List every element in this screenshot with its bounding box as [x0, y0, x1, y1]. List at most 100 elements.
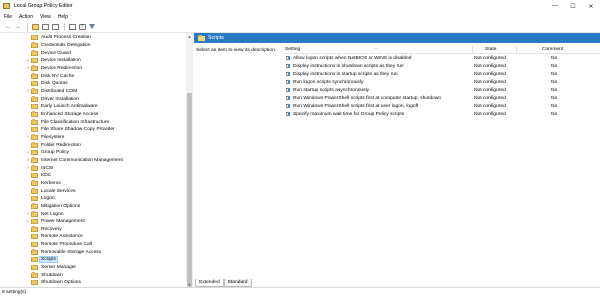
help-icon[interactable]: ?	[78, 23, 86, 31]
tree-item[interactable]: File Classification Infrastructure	[0, 118, 110, 126]
tree-item[interactable]: › Device Redirection	[0, 65, 83, 73]
close-button[interactable]: ✕	[582, 0, 600, 12]
table-row[interactable]: Display instructions in startup scripts …	[283, 70, 600, 78]
folder-icon	[31, 188, 38, 194]
tree-item[interactable]: Server Manager	[0, 264, 77, 272]
up-folder-icon[interactable]	[31, 23, 39, 31]
column-header-state[interactable]: State	[485, 47, 496, 52]
tree-item-label: Locale Services	[41, 188, 76, 194]
tree-item[interactable]: Enhanced Storage Access	[0, 111, 99, 119]
tree-item[interactable]: Scripts	[0, 256, 58, 264]
folder-icon	[31, 195, 38, 202]
cell-comment: No	[551, 87, 558, 93]
tree-item[interactable]: › Group Policy	[0, 149, 70, 157]
table-row[interactable]: Allow logon scripts when NetBIOS or WINS…	[283, 54, 600, 62]
folder-icon	[31, 226, 38, 232]
tree-item-label: Shutdown	[41, 272, 63, 278]
forward-arrow-icon[interactable]: →	[14, 23, 22, 31]
tree-item-label: File Classification Infrastructure	[41, 119, 110, 125]
tree-item-label: Enhanced Storage Access	[41, 111, 99, 117]
tree-item[interactable]: Logon	[0, 195, 56, 203]
folder-icon	[31, 50, 38, 56]
navigation-tree[interactable]: Audit Process Creation Credentials Delega…	[0, 33, 193, 287]
tree-item[interactable]: Remote Procedure Call	[0, 241, 93, 249]
folder-icon	[31, 172, 38, 179]
folder-icon	[31, 80, 38, 87]
tree-item[interactable]: Disk Quotas	[0, 80, 69, 88]
tree-item[interactable]: Locale Services	[0, 187, 77, 195]
column-divider[interactable]	[472, 46, 473, 54]
tree-item[interactable]: › iSCSI	[0, 164, 55, 172]
tree-item[interactable]: Folder Redirection	[0, 141, 82, 149]
folder-icon	[31, 57, 38, 64]
menu-help[interactable]: Help	[58, 14, 68, 20]
scroll-up-icon[interactable]: ▲	[186, 33, 193, 39]
tree-item[interactable]: › Net Logon	[0, 210, 65, 218]
menu-action[interactable]: Action	[19, 14, 33, 20]
table-row[interactable]: Specify maximum wait time for Group Poli…	[283, 110, 600, 118]
table-row[interactable]: Run startup scripts asynchronously Not co…	[283, 86, 600, 94]
tree-item[interactable]: Recovery	[0, 226, 63, 234]
tree-item[interactable]: Early Launch Antimalware	[0, 103, 99, 111]
cell-state: Not configured	[474, 79, 506, 85]
cell-comment: No	[551, 79, 558, 85]
tree-item[interactable]: Audit Process Creation	[0, 34, 92, 42]
folder-icon	[198, 35, 205, 41]
tree-item[interactable]: Shutdown	[0, 271, 64, 279]
tree-item[interactable]: › Filesystem	[0, 134, 65, 142]
tree-item[interactable]: › Power Management	[0, 218, 86, 226]
column-header-comment[interactable]: Comment	[542, 47, 563, 52]
show-tree-icon[interactable]	[41, 23, 49, 31]
folder-icon	[31, 256, 38, 263]
tree-item[interactable]: › Internet Communication Management	[0, 157, 124, 165]
tree-item-label: Recovery	[41, 226, 62, 232]
tree-item[interactable]: Disk NV Cache	[0, 72, 75, 80]
tree-scrollbar[interactable]: ▲ ▼	[186, 33, 193, 287]
cell-state: Not configured	[474, 63, 506, 69]
table-row[interactable]: Run Windows PowerShell scripts first at …	[283, 102, 600, 110]
cell-comment: No	[551, 103, 558, 109]
properties-icon[interactable]	[68, 23, 76, 31]
filter-icon[interactable]	[88, 23, 96, 31]
menu-file[interactable]: File	[4, 14, 12, 20]
tree-item[interactable]: Device Guard	[0, 49, 72, 57]
folder-icon	[31, 241, 38, 248]
export-list-icon[interactable]	[51, 23, 59, 31]
tree-item[interactable]: Remote Assistance	[0, 233, 84, 241]
table-row[interactable]: Display instructions in shutdown scripts…	[283, 62, 600, 70]
content-header-title: Scripts	[208, 35, 224, 41]
minimize-button[interactable]: —	[546, 0, 564, 12]
cell-state: Not configured	[474, 87, 506, 93]
table-row[interactable]: Run Windows PowerShell scripts first at …	[283, 94, 600, 102]
column-header-setting[interactable]: Setting	[285, 47, 300, 52]
folder-icon	[31, 203, 38, 209]
folder-icon	[31, 249, 38, 255]
tree-item[interactable]: Shutdown Options	[0, 279, 82, 287]
folder-icon	[31, 233, 38, 240]
back-arrow-icon[interactable]: ←	[4, 23, 12, 31]
tree-item[interactable]: › Device Installation	[0, 57, 82, 65]
tree-item[interactable]: Mitigation Options	[0, 203, 81, 211]
tree-item[interactable]: Kerberos	[0, 180, 62, 188]
tree-item-label: Device Installation	[41, 58, 81, 64]
tree-item[interactable]: File Share Shadow Copy Provider	[0, 126, 116, 134]
policy-setting-icon	[286, 111, 290, 116]
folder-icon	[31, 111, 38, 117]
table-row[interactable]: Run logon scripts synchronously Not confi…	[283, 78, 600, 86]
scroll-thumb[interactable]	[187, 93, 192, 287]
tab-standard[interactable]: Standard	[223, 279, 252, 287]
column-divider[interactable]	[516, 46, 517, 54]
folder-icon	[31, 88, 38, 94]
folder-icon	[31, 149, 38, 156]
cell-setting: Run Windows PowerShell scripts first at …	[293, 95, 442, 101]
tree-item[interactable]: Credentials Delegation	[0, 42, 91, 50]
tree-item[interactable]: Removable Storage Access	[0, 248, 102, 256]
tree-item[interactable]: Driver Installation	[0, 95, 80, 103]
maximize-button[interactable]: ☐	[564, 0, 582, 12]
tree-item-label: Driver Installation	[41, 96, 79, 102]
tree-item[interactable]: KDC	[0, 172, 52, 180]
tree-item[interactable]: › Distributed COM	[0, 88, 78, 96]
tab-extended[interactable]: Extended	[195, 279, 224, 287]
tree-item-label: Distributed COM	[41, 88, 78, 94]
menu-view[interactable]: View	[40, 14, 51, 20]
